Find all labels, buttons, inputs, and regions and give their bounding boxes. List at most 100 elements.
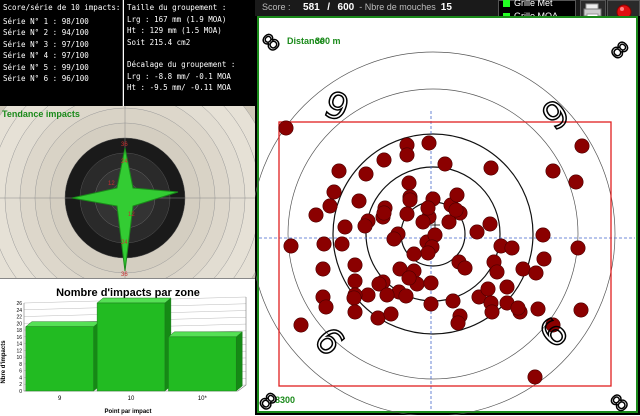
impact-dot [331, 163, 347, 179]
impact-dot [489, 264, 505, 280]
impact-dot [423, 275, 439, 291]
target: Distance 300 m 8300 9 9 9 9 8 8 8 8 [255, 29, 635, 415]
flies-value: 15 [440, 2, 452, 13]
grid-met-toggle[interactable]: Grille Met [503, 0, 553, 8]
series-row: Série N° 2 : 94/100 [3, 28, 89, 37]
impact-dot [316, 236, 332, 252]
score-label: Score : [262, 2, 291, 12]
offset-height: Ht : -9.5 mm/ -0.11 MOA [127, 83, 231, 92]
impact-dot [528, 265, 544, 281]
impact-dot [420, 245, 436, 261]
y-tick-label: 16 [16, 335, 22, 341]
impact-dot [545, 163, 561, 179]
chart-title: Nombre d'impacts par zone [56, 287, 200, 299]
score-panel-heading: Score/série de 10 impacts: [3, 3, 121, 12]
x-tick-label: 10 [128, 396, 135, 402]
impact-dot [568, 174, 584, 190]
impact-dot [315, 261, 331, 277]
impact-dot [574, 138, 590, 154]
impact-dot [504, 240, 520, 256]
impact-dot [445, 293, 461, 309]
impact-dot [318, 299, 334, 315]
impact-dot [450, 315, 466, 331]
series-row: Série N° 6 : 96/100 [3, 74, 89, 83]
impact-dot [515, 261, 531, 277]
y-tick-label: 4 [19, 375, 22, 381]
y-tick-label: 26 [16, 301, 22, 307]
score-separator: / [327, 2, 331, 13]
impact-dot [570, 240, 586, 256]
impact-dot [399, 206, 415, 222]
trend-radar: Tendance impacts 36 24 12 12 24 36 [0, 106, 255, 278]
checkbox-icon [503, 0, 510, 7]
ring-number: 8 [606, 390, 634, 415]
offset-width: Lrg : -8.8 mm/ -0.1 MOA [127, 71, 231, 81]
y-tick-label: 2 [19, 382, 22, 388]
ring-label: 24 [121, 240, 128, 246]
impact-dot [510, 300, 526, 316]
x-tick-label: 9 [58, 396, 62, 402]
impact-dot [357, 218, 373, 234]
ring-label: 24 [121, 159, 128, 165]
impact-dot [415, 214, 431, 230]
series-row: Série N° 3 : 97/100 [3, 39, 89, 49]
zone-bar [96, 297, 172, 392]
impact-dot [482, 216, 498, 232]
y-tick-label: 20 [16, 321, 22, 327]
ring-label: 12 [128, 212, 135, 218]
y-tick-label: 18 [16, 328, 22, 334]
ring-number: 9 [308, 318, 354, 362]
impact-dot [499, 279, 515, 295]
y-tick-label: 14 [16, 342, 22, 348]
impact-dot [406, 246, 422, 262]
ring-label: 36 [121, 142, 128, 148]
impact-dot [536, 251, 552, 267]
impact-dot [420, 200, 436, 216]
ring-number: 9 [319, 84, 355, 130]
impact-dot [383, 306, 399, 322]
impact-dot [469, 224, 485, 240]
impact-dot [322, 198, 338, 214]
y-tick-label: 8 [19, 362, 22, 368]
impact-dot [326, 184, 342, 200]
impact-dot [278, 120, 294, 136]
impact-dot [293, 317, 309, 333]
trend-title: Tendance impacts [2, 109, 80, 119]
y-tick-label: 22 [16, 315, 22, 321]
score-readout: Score : 581 / 600 - Nbre de mouches 15 [262, 2, 452, 13]
offset-heading: Décalage du groupement : [127, 60, 236, 69]
impact-dot [346, 290, 362, 306]
impact-dot [573, 302, 589, 318]
score-panel: Score/série de 10 impacts: Série N° 1 : … [0, 0, 123, 106]
series-row: Série N° 5 : 99/100 [3, 62, 89, 72]
impact-dot [535, 227, 551, 243]
impact-dot [376, 152, 392, 168]
ring-label: 12 [108, 181, 115, 187]
y-tick-label: 10 [16, 355, 22, 361]
impact-dot [379, 287, 395, 303]
impact-dot [480, 281, 496, 297]
impact-dot [308, 207, 324, 223]
chart-ylabel: Nbre d'impacts [1, 340, 7, 384]
impact-dot [401, 270, 417, 286]
impact-dot [421, 135, 437, 151]
impact-dot [358, 166, 374, 182]
impact-dot [399, 147, 415, 163]
impact-dot [457, 260, 473, 276]
y-tick-label: 24 [16, 308, 22, 314]
chart-xlabel: Point par impact [104, 409, 151, 415]
distance-value: 300 m [315, 36, 341, 46]
impact-dot [351, 193, 367, 209]
impact-dot [347, 304, 363, 320]
impact-dot [386, 231, 402, 247]
score-value: 581 [303, 2, 320, 13]
group-panel: Taille du groupement : Lrg : 167 mm (1.9… [124, 0, 255, 106]
impact-dot [401, 175, 417, 191]
series-row: Série N° 1 : 98/100 [3, 16, 89, 26]
trend-panel: Tendance impacts 36 24 12 12 24 36 [0, 106, 255, 278]
zone-bar [25, 321, 101, 392]
zone-bar [167, 331, 243, 392]
impact-dot [423, 296, 439, 312]
zone-chart-panel: Nombre d'impacts par zone Nbre d'impacts… [0, 278, 255, 415]
target-crosshair [259, 111, 635, 411]
